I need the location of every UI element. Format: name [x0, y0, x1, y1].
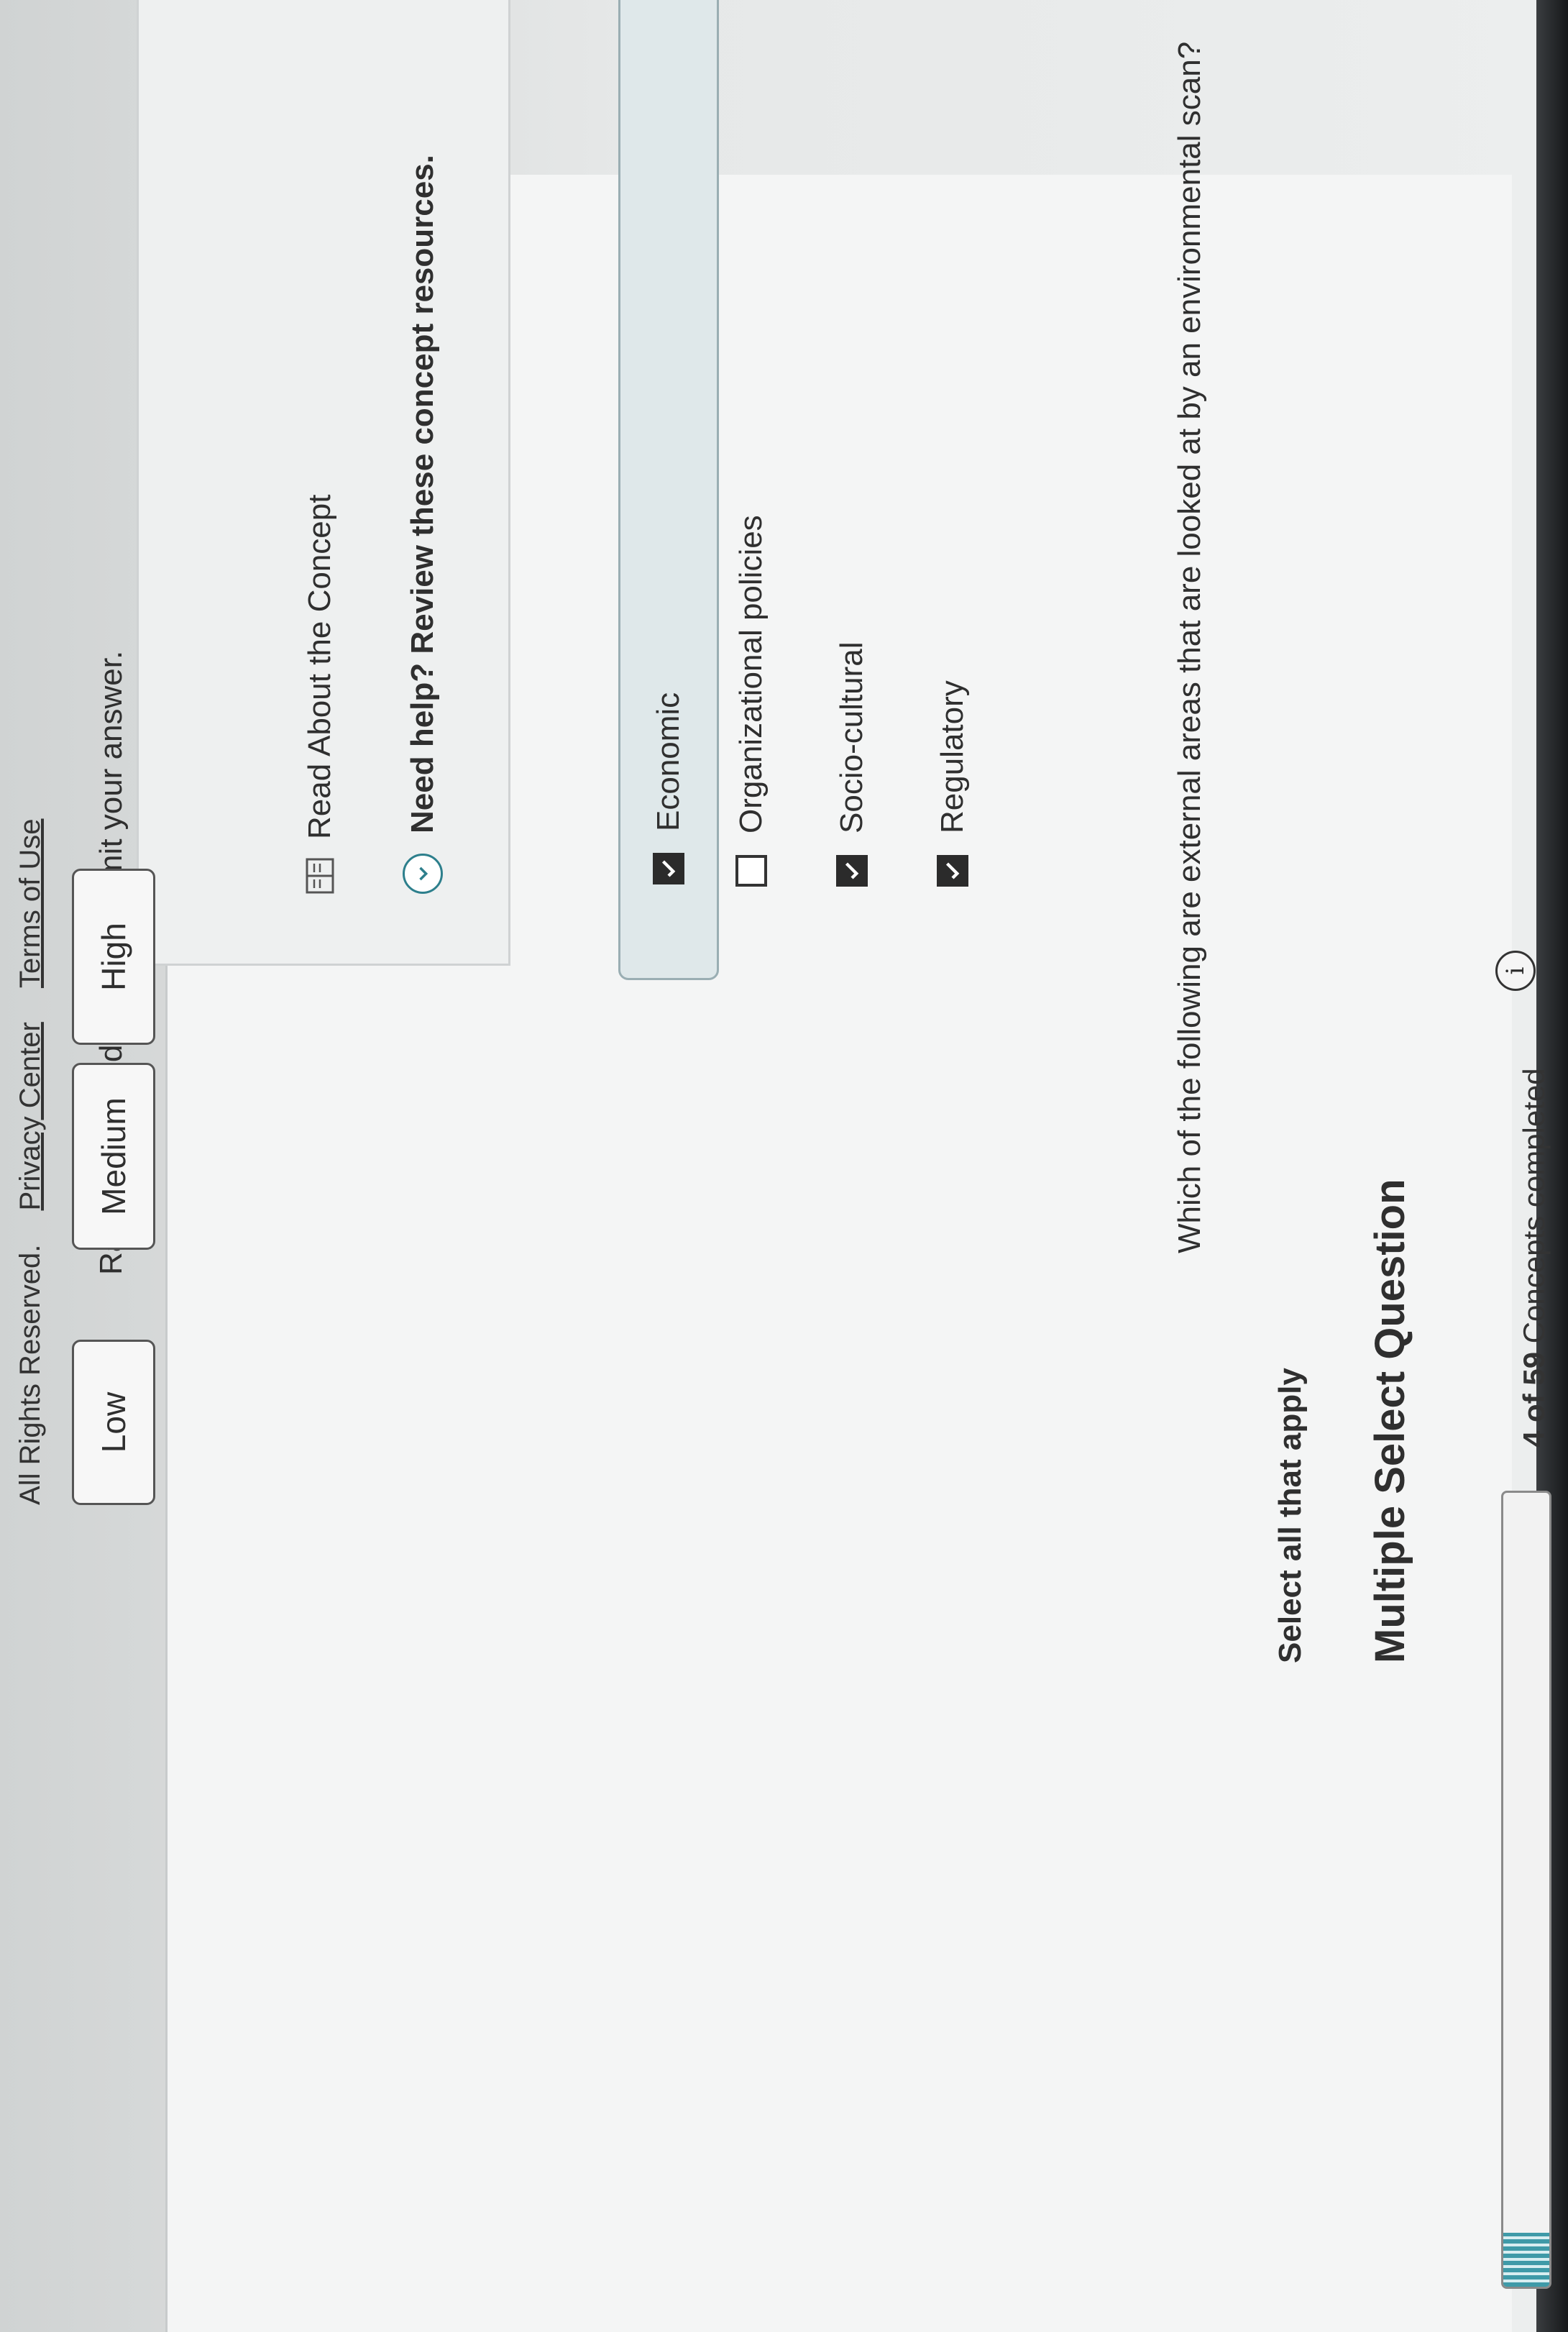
confidence-high-button[interactable]: High: [72, 869, 155, 1045]
progress-label: 4 of 59 Concepts completed: [1517, 1068, 1551, 1448]
option-regulatory[interactable]: Regulatory: [927, 680, 978, 887]
checkbox-checked-icon[interactable]: [653, 853, 684, 884]
help-toggle[interactable]: Need help? Review these concept resource…: [403, 155, 443, 894]
book-icon: [306, 858, 334, 894]
help-title: Need help? Review these concept resource…: [405, 155, 440, 833]
footer-rights: All Rights Reserved.: [14, 1244, 46, 1505]
progress-count: 4 of 59: [1517, 1351, 1551, 1448]
progress-suffix: Concepts completed: [1517, 1068, 1551, 1352]
option-socio-cultural[interactable]: Socio-cultural: [827, 641, 877, 887]
option-economic[interactable]: Economic: [618, 0, 719, 980]
option-label: Economic: [651, 692, 686, 831]
terms-of-use-link[interactable]: Terms of Use: [14, 818, 46, 988]
read-concept-link[interactable]: Read About the Concept: [302, 495, 338, 894]
confidence-medium-button[interactable]: Medium: [72, 1063, 155, 1250]
screen: 4 of 59 Concepts completed i Multiple Se…: [0, 0, 1568, 2332]
read-concept-label: Read About the Concept: [302, 494, 337, 839]
option-label: Organizational policies: [733, 515, 769, 833]
option-label: Socio-cultural: [834, 641, 869, 833]
checkbox-empty-icon[interactable]: [735, 855, 767, 887]
content-layer: 4 of 59 Concepts completed i Multiple Se…: [0, 0, 1568, 2332]
confidence-low-button[interactable]: Low: [72, 1340, 155, 1505]
footer: All Rights Reserved. Privacy Center Term…: [14, 818, 47, 1505]
progress-bar: [1501, 1491, 1551, 2289]
option-label: Regulatory: [935, 680, 970, 833]
option-organizational-policies[interactable]: Organizational policies: [726, 515, 776, 887]
checkbox-checked-icon[interactable]: [836, 855, 868, 887]
privacy-center-link[interactable]: Privacy Center: [14, 1022, 46, 1210]
progress-fill: [1503, 2232, 1549, 2287]
chevron-down-icon: [403, 854, 443, 894]
info-icon[interactable]: i: [1495, 951, 1536, 991]
question-instruction: Select all that apply: [1273, 1368, 1308, 1663]
question-prompt: Which of the following are external area…: [1172, 41, 1207, 1253]
checkbox-checked-icon[interactable]: [937, 855, 968, 887]
question-type-title: Multiple Select Question: [1367, 1179, 1413, 1663]
